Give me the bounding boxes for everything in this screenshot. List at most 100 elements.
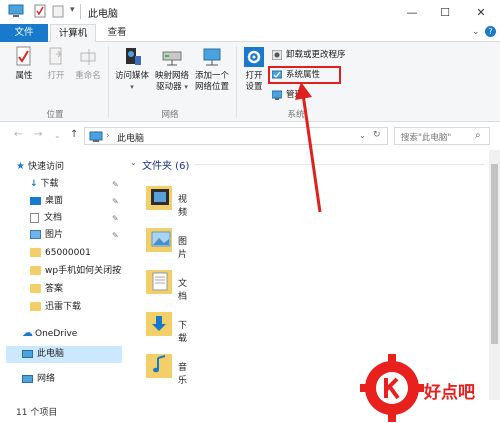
open-button[interactable]: 打开 <box>42 46 70 82</box>
quick-access-dropdown-icon[interactable]: ▾ <box>70 5 75 15</box>
network-drive-icon <box>162 51 182 66</box>
pin-icon: ✎ <box>112 180 119 189</box>
network-location-icon <box>203 48 221 66</box>
media-icon <box>126 48 141 65</box>
open-settings-label-line1: 打开 <box>245 71 263 81</box>
computer-icon <box>8 4 24 17</box>
help-icon[interactable]: ? <box>485 26 496 37</box>
add-network-location-button[interactable]: 添加一个 网络位置 <box>192 46 232 93</box>
properties-label: 属性 <box>15 71 33 81</box>
minimize-ribbon-icon[interactable]: ⌄ <box>472 27 480 37</box>
folder-label: 图片 <box>178 237 188 260</box>
folder-label: 下载 <box>178 321 188 344</box>
computer-icon <box>89 131 103 142</box>
search-icon[interactable]: ⌕ <box>475 130 481 141</box>
pictures-folder-icon <box>146 228 172 252</box>
cloud-icon: ☁ <box>22 326 33 339</box>
recent-dropdown-icon[interactable]: ⌄ <box>54 131 61 140</box>
uninstall-program-button[interactable]: 卸载或更改程序 <box>272 48 346 62</box>
star-icon: ★ <box>16 161 25 172</box>
group-separator <box>108 46 109 118</box>
tab-file[interactable]: 文件 <box>0 24 48 42</box>
pin-icon: ✎ <box>112 214 119 223</box>
collapse-chevron-icon[interactable]: ⌄ <box>130 158 137 167</box>
search-input[interactable]: 搜索"此电脑" ⌕ <box>394 127 490 145</box>
window-title: 此电脑 <box>88 9 118 20</box>
up-arrow-icon[interactable]: ↑ <box>70 129 78 140</box>
address-path: 此电脑 <box>117 134 145 144</box>
videos-folder-icon <box>146 186 172 210</box>
open-settings-button[interactable]: 打开 设置 <box>240 46 268 93</box>
item-count: 11 个项目 <box>16 408 58 418</box>
address-dropdown-icon[interactable]: ⌄ <box>359 131 366 140</box>
nav-item-wp-phone[interactable]: wp手机如何关闭按 <box>30 263 122 280</box>
title-bar: ▾ 此电脑 — ☐ ✕ <box>0 0 500 24</box>
nav-item-downloads[interactable]: ↓ 下载 <box>30 176 59 193</box>
access-media-label: 访问媒体 <box>114 71 149 81</box>
folder-icon <box>30 302 41 311</box>
add-location-label-line2: 网络位置 <box>194 82 229 92</box>
nav-item-desktop[interactable]: 桌面 <box>30 193 63 210</box>
nav-item-answers[interactable]: 答案 <box>30 281 63 298</box>
annotation-arrow <box>295 82 322 213</box>
tab-view[interactable]: 查看 <box>100 24 134 42</box>
rename-button[interactable]: 重命名 <box>72 46 104 82</box>
group-separator <box>236 46 237 118</box>
nav-item-pictures[interactable]: 图片 <box>30 227 63 244</box>
picture-icon <box>30 230 41 239</box>
nav-item-xunlei-download[interactable]: 迅雷下载 <box>30 299 81 316</box>
title-divider <box>80 4 81 19</box>
back-arrow-icon[interactable]: ← <box>14 129 22 140</box>
nav-item-65000001[interactable]: 65000001 <box>30 245 122 262</box>
properties-icon <box>16 46 31 66</box>
refresh-icon[interactable]: ↻ <box>373 130 381 140</box>
ribbon: 属性 打开 重命名 位置 访问媒体 ▾ 映射网络 驱动器 ▾ 添加一个 网络位置… <box>0 42 500 122</box>
settings-gear-icon <box>244 47 264 67</box>
nav-this-pc[interactable]: 此电脑 <box>6 346 122 363</box>
search-placeholder: 搜索"此电脑" <box>401 133 452 143</box>
properties-button[interactable]: 属性 <box>10 46 38 82</box>
map-drive-dropdown-icon: ▾ <box>184 83 188 91</box>
rename-label: 重命名 <box>75 71 101 81</box>
uninstall-label: 卸载或更改程序 <box>286 50 346 60</box>
location-group-label: 位置 <box>46 110 64 120</box>
open-settings-label-line2: 设置 <box>245 82 263 92</box>
nav-onedrive[interactable]: ☁ OneDrive <box>22 324 77 341</box>
folders-group-header[interactable]: 文件夹 (6) <box>142 157 189 172</box>
tab-computer[interactable]: 计算机 <box>50 24 96 43</box>
manage-icon <box>272 90 282 100</box>
pin-icon: ✎ <box>112 197 119 206</box>
properties-quick-icon[interactable] <box>34 4 46 18</box>
map-drive-label-line1: 映射网络 <box>154 71 189 81</box>
watermark-text: 好点吧 <box>424 383 475 403</box>
open-icon <box>49 47 62 65</box>
add-location-label-line1: 添加一个 <box>194 71 229 81</box>
uninstall-icon <box>272 50 282 60</box>
desktop-icon <box>30 196 41 205</box>
access-media-button[interactable]: 访问媒体 ▾ <box>112 46 152 93</box>
maximize-button[interactable]: ☐ <box>428 0 462 24</box>
folder-icon <box>30 248 41 257</box>
open-label: 打开 <box>47 71 65 81</box>
folder-label: 视频 <box>178 195 188 218</box>
close-button[interactable]: ✕ <box>464 0 498 24</box>
document-icon <box>30 212 39 223</box>
breadcrumb-chevron-icon[interactable]: › <box>106 131 110 141</box>
folder-icon <box>30 284 41 293</box>
address-bar: ← → ⌄ ↑ › 此电脑 ⌄ ↻ 搜索"此电脑" ⌕ <box>0 123 500 149</box>
nav-network[interactable]: 网络 <box>22 371 55 388</box>
music-folder-icon <box>146 354 172 378</box>
download-arrow-icon: ↓ <box>30 179 38 189</box>
ribbon-tabs: 文件 计算机 查看 ⌄ ? <box>0 24 500 43</box>
nav-quick-access[interactable]: ★ 快速访问 <box>16 158 64 175</box>
minimize-button[interactable]: — <box>395 0 429 24</box>
new-folder-quick-icon[interactable] <box>52 4 64 18</box>
pin-icon: ✎ <box>112 231 119 240</box>
scrollbar-thumb[interactable] <box>491 164 498 344</box>
map-network-drive-button[interactable]: 映射网络 驱动器 ▾ <box>152 46 192 93</box>
documents-folder-icon <box>146 270 172 294</box>
folder-icon <box>30 266 41 275</box>
address-field[interactable]: › 此电脑 ⌄ ↻ <box>84 127 388 145</box>
nav-item-documents[interactable]: 文档 <box>30 210 62 227</box>
forward-arrow-icon[interactable]: → <box>34 129 42 140</box>
